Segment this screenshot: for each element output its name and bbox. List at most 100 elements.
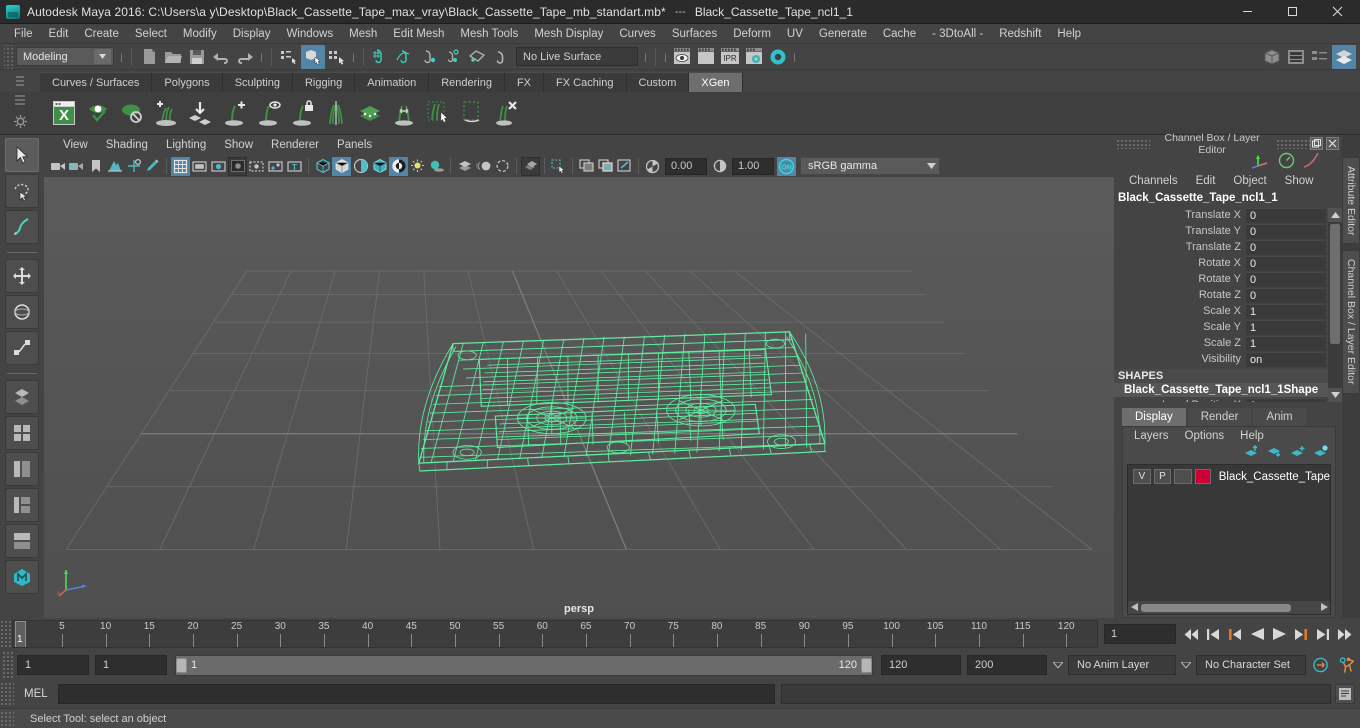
toggle-channel-box-button[interactable] [1332,44,1356,69]
menu-select[interactable]: Select [127,24,175,44]
menu-edit[interactable]: Edit [41,24,77,44]
attribute-row[interactable]: Scale Z 1 [1114,335,1342,351]
step-back-keyframe-icon[interactable] [1204,624,1222,644]
layer-color-swatch[interactable] [1194,469,1211,484]
layer-row[interactable]: V P Black_Cassette_Tape [1128,465,1330,485]
statusline-collapse-3[interactable]: | [349,52,358,62]
attribute-value[interactable]: 0 [1246,397,1326,402]
vertical-tab-attribute-editor[interactable]: Attribute Editor [1342,157,1360,245]
viewport-menu-lighting[interactable]: Lighting [157,135,215,155]
motion-blur-icon[interactable] [474,157,493,176]
script-editor-icon[interactable] [1335,684,1355,704]
menu-modify[interactable]: Modify [175,24,225,44]
xgen-mirror-guides-icon[interactable] [320,96,352,130]
move-axis-icon[interactable] [1250,153,1270,172]
shelf-settings-gear-icon[interactable] [13,114,28,132]
attribute-value[interactable]: 0 [1246,271,1326,287]
gamma-icon[interactable] [710,157,729,176]
cb-menu-object[interactable]: Object [1224,175,1275,187]
le-menu-options[interactable]: Options [1177,430,1233,442]
two-d-pan-zoom-icon[interactable] [124,157,143,176]
close-button[interactable] [1315,0,1360,24]
auto-keyframe-icon[interactable] [1312,655,1330,675]
undo-button[interactable] [209,45,233,69]
xgen-select-guides-icon[interactable] [422,96,454,130]
grid-toggle-icon[interactable] [171,156,190,176]
attribute-value[interactable]: 0 [1246,207,1326,223]
panel-grip-right[interactable] [1276,138,1311,149]
select-by-component-button[interactable] [325,45,349,69]
shelf-tab-fx-caching[interactable]: FX Caching [544,72,627,92]
command-input[interactable] [57,684,775,704]
make-live-button[interactable] [489,45,513,69]
gamma-field[interactable]: 1.00 [732,157,774,175]
xray-joints-icon[interactable] [266,157,285,176]
wireframe-shading-icon[interactable] [313,157,332,176]
attribute-value[interactable]: on [1246,351,1326,367]
layer-playback-toggle[interactable]: P [1153,469,1172,484]
xgen-region-icon[interactable] [456,96,488,130]
xgen-disable-preview-icon[interactable] [116,96,148,130]
menu-surfaces[interactable]: Surfaces [664,24,725,44]
menu-display[interactable]: Display [225,24,279,44]
film-gate-icon[interactable] [190,157,209,176]
shelf-tab-rendering[interactable]: Rendering [429,72,505,92]
range-end-handle[interactable] [861,657,872,673]
attribute-value[interactable]: 1 [1246,335,1326,351]
xgen-guide-visibility-icon[interactable] [252,96,284,130]
menu-mesh-tools[interactable]: Mesh Tools [452,24,526,44]
wireframe-on-shaded-icon[interactable] [370,157,389,176]
gate-mask-icon[interactable] [228,156,247,176]
attribute-value[interactable]: 0 [1246,239,1326,255]
scroll-right-arrow-icon[interactable] [1318,602,1330,613]
range-start-handle[interactable] [176,657,187,673]
shelf-tab-custom[interactable]: Custom [626,72,690,92]
attribute-row[interactable]: Local Position X 0 [1114,397,1342,402]
range-bar[interactable]: 1 120 [175,654,873,676]
live-surface-field[interactable]: No Live Surface [516,47,638,66]
shelf-options-icon[interactable] [13,94,27,109]
resolution-gate-icon[interactable] [209,157,228,176]
xgen-add-guide-icon[interactable] [218,96,250,130]
xray-display-icon[interactable] [577,157,596,176]
xgen-add-guides-icon[interactable] [150,96,182,130]
attribute-value[interactable]: 0 [1246,223,1326,239]
attribute-row[interactable]: Rotate X 0 [1114,255,1342,271]
animation-start-field[interactable]: 1 [17,655,89,675]
menu-create[interactable]: Create [76,24,127,44]
attribute-row[interactable]: Translate X 0 [1114,207,1342,223]
statusline-collapse-4[interactable]: | [641,52,650,62]
statusline-collapse-left[interactable]: | [117,52,126,62]
play-backwards-icon[interactable] [1248,624,1266,644]
vertical-tab-channel-box[interactable]: Channel Box / Layer Editor [1342,250,1360,394]
hypershade-button[interactable] [766,45,790,69]
shape-node-name[interactable]: Black_Cassette_Tape_ncl1_1Shape [1114,383,1342,397]
xgen-preview-icon[interactable] [82,96,114,130]
command-line-grip[interactable] [0,682,14,706]
screen-space-ao-icon[interactable] [455,157,474,176]
snap-to-point-button[interactable] [417,45,441,69]
minimize-button[interactable] [1225,0,1270,24]
layer-list[interactable]: V P Black_Cassette_Tape [1127,464,1331,615]
hypershade-persp-layout-button[interactable] [5,524,39,558]
viewport-menu-panels[interactable]: Panels [328,135,381,155]
exposure-icon[interactable] [643,157,662,176]
command-language-label[interactable]: MEL [14,688,58,700]
snap-to-grid-button[interactable] [369,45,393,69]
layer-tab-render[interactable]: Render [1187,408,1252,426]
move-layer-up-icon[interactable] [1244,444,1260,461]
channel-box-scrollbar[interactable] [1328,208,1342,402]
statusline-collapse-5[interactable]: | [661,52,670,62]
character-set-chevron-icon[interactable] [1178,661,1194,670]
perspective-viewport[interactable]: x persp [44,177,1114,618]
scale-tool-button[interactable] [5,331,39,365]
shadows-icon[interactable] [427,157,446,176]
cb-menu-show[interactable]: Show [1276,175,1323,187]
shelf-tab-xgen[interactable]: XGen [689,72,743,92]
smooth-shading-icon[interactable] [332,156,351,176]
attribute-row[interactable]: Rotate Z 0 [1114,287,1342,303]
menu-3dtoall[interactable]: - 3DtoAll - [924,24,991,44]
time-slider-grip[interactable] [0,620,12,648]
select-tool-button[interactable] [5,138,39,172]
toggle-tool-settings-button[interactable] [1308,45,1332,69]
